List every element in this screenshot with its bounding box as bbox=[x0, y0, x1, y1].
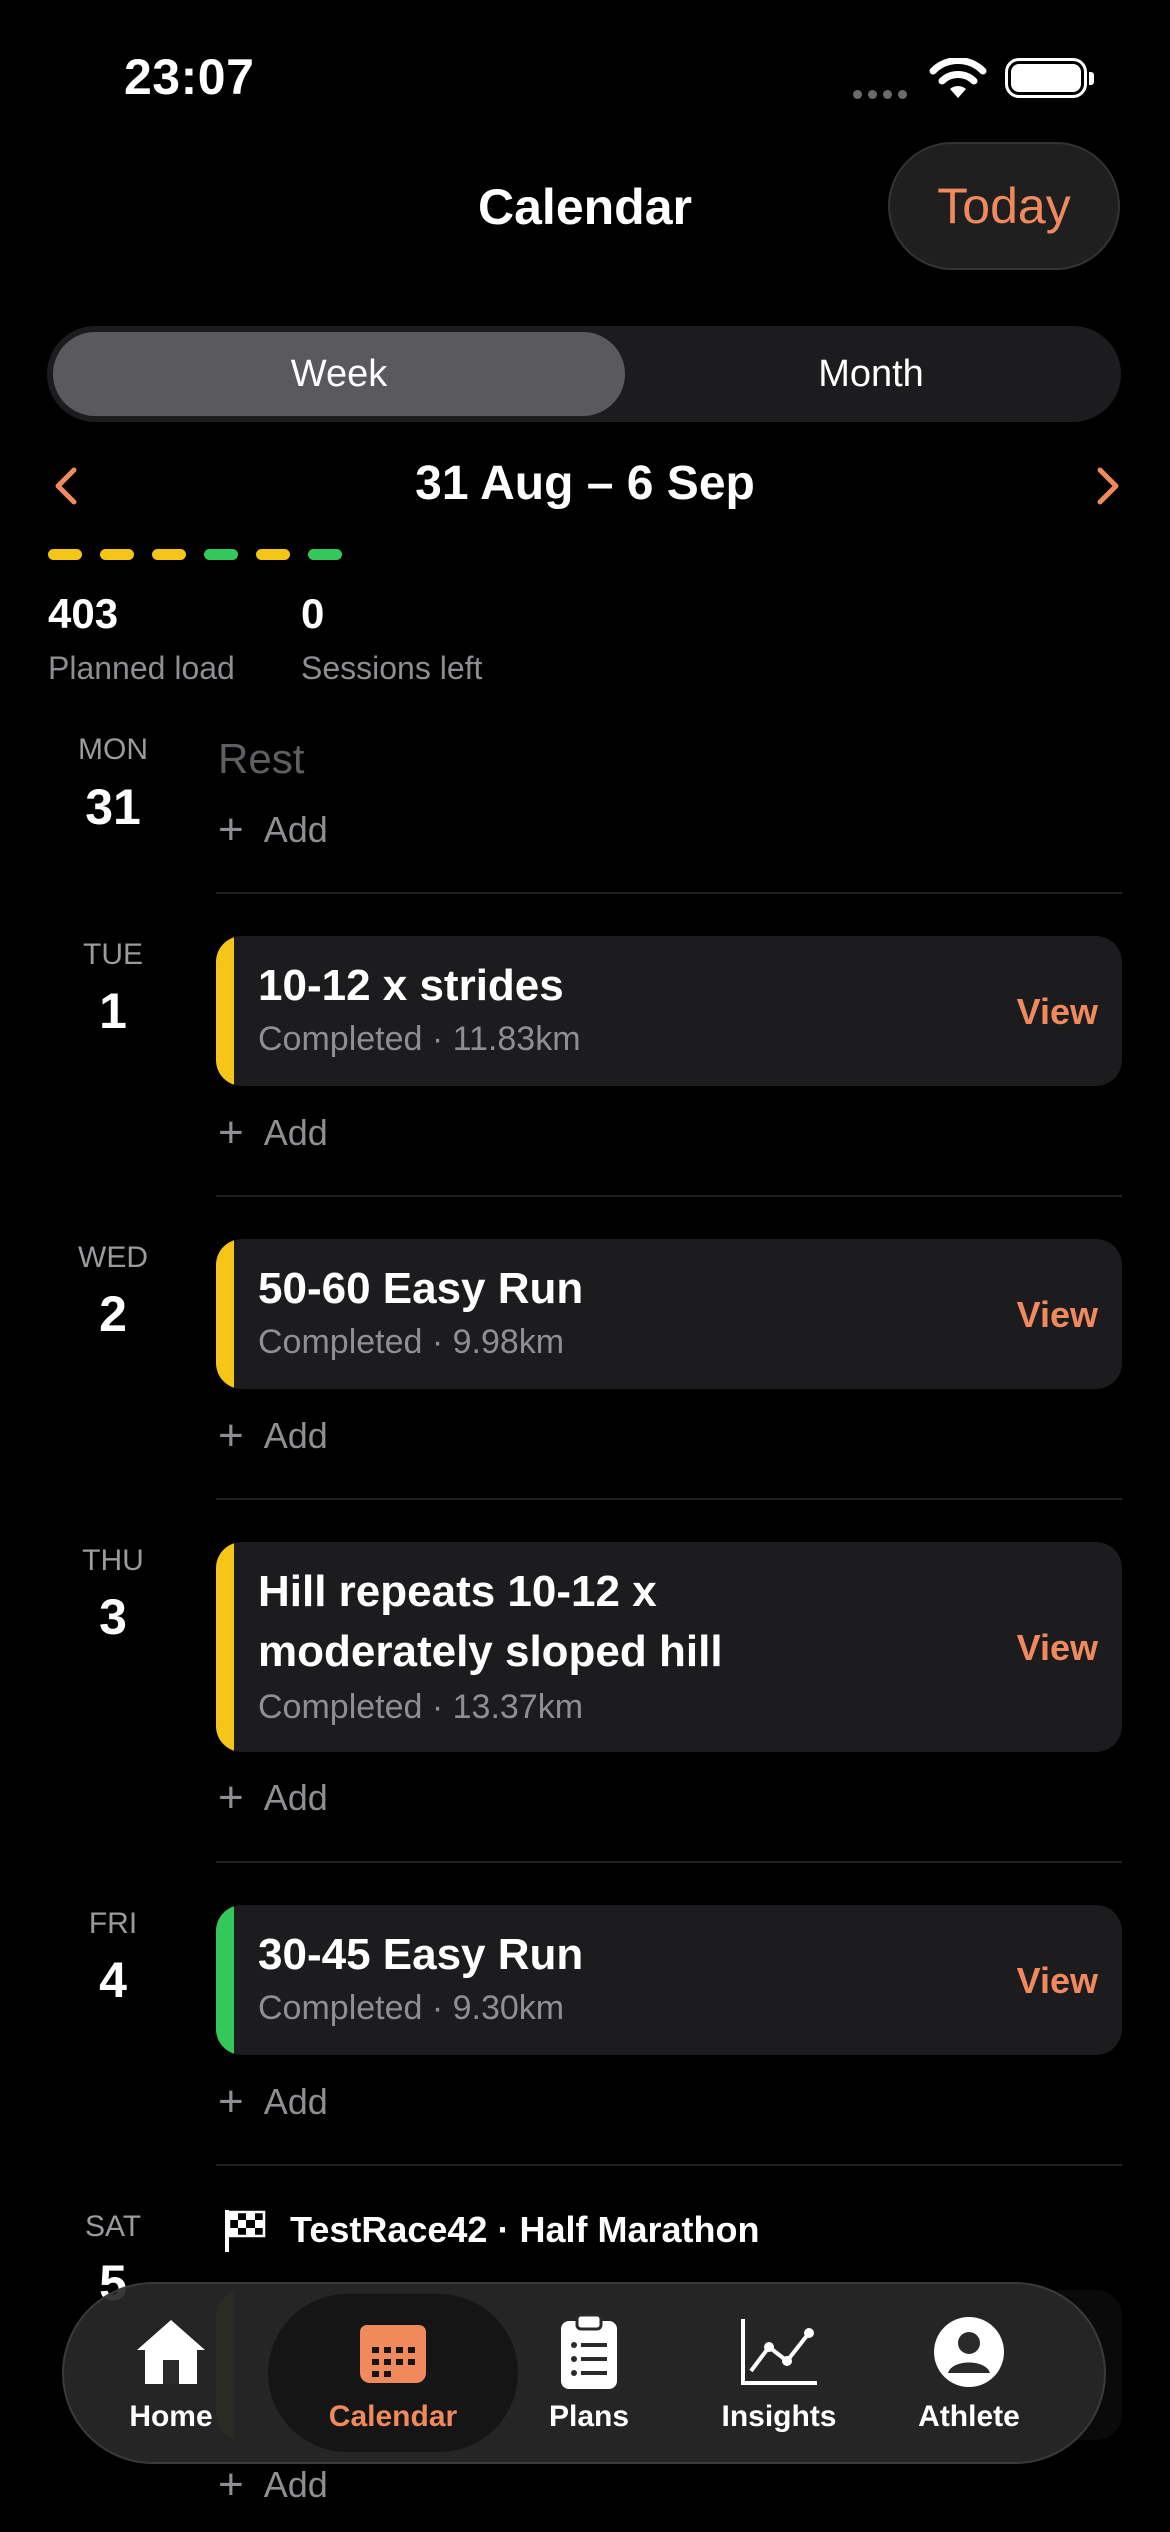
view-session-button[interactable]: View bbox=[1017, 1960, 1098, 2002]
load-dash bbox=[256, 549, 290, 560]
segment-week[interactable]: Week bbox=[53, 332, 625, 416]
session-color-stripe bbox=[216, 1905, 234, 2055]
plus-icon: + bbox=[218, 2460, 244, 2509]
day-number: 31 bbox=[85, 779, 141, 835]
session-title: 50-60 Easy Run bbox=[258, 1264, 584, 1313]
session-color-stripe bbox=[216, 1542, 234, 1752]
session-subtitle: Completed · 9.30km bbox=[258, 1989, 565, 2027]
tab-label: Calendar bbox=[328, 2400, 458, 2433]
session-card[interactable]: 50-60 Easy Run Completed · 9.98km View bbox=[216, 1239, 1122, 1389]
sessions-left-label: Sessions left bbox=[301, 650, 483, 686]
session-subtitle: Completed · 13.37km bbox=[258, 1688, 584, 1726]
week-range: 31 Aug – 6 Sep bbox=[415, 457, 755, 510]
view-session-button[interactable]: View bbox=[1017, 1294, 1098, 1336]
session-title: 10-12 x strides bbox=[258, 961, 564, 1010]
divider bbox=[216, 1195, 1122, 1197]
load-dash bbox=[152, 549, 186, 560]
view-session-button[interactable]: View bbox=[1017, 991, 1098, 1033]
rest-label: Rest bbox=[218, 735, 305, 782]
day-of-week: WED bbox=[78, 1241, 148, 1274]
tab-label: Insights bbox=[721, 2400, 837, 2433]
add-label: Add bbox=[263, 1415, 328, 1456]
planned-load-value: 403 bbox=[48, 590, 119, 637]
add-label: Add bbox=[263, 809, 328, 850]
checkered-flag-icon bbox=[225, 2210, 266, 2252]
wifi-icon bbox=[928, 57, 988, 107]
add-session-button[interactable]: + Add bbox=[218, 1773, 328, 1823]
add-label: Add bbox=[263, 2081, 328, 2122]
session-title: 30-45 Easy Run bbox=[258, 1930, 584, 1979]
clipboard-icon bbox=[561, 2313, 617, 2389]
status-time: 23:07 bbox=[124, 49, 255, 105]
day-of-week: SAT bbox=[84, 2210, 142, 2243]
divider bbox=[216, 1498, 1122, 1500]
person-icon bbox=[934, 2317, 1004, 2387]
add-label: Add bbox=[263, 1112, 328, 1153]
race-label: TestRace42 · Half Marathon bbox=[290, 2209, 760, 2250]
day-of-week: MON bbox=[78, 733, 148, 766]
calendar-icon bbox=[360, 2325, 426, 2383]
day-of-week: FRI bbox=[88, 1907, 138, 1940]
add-label: Add bbox=[263, 2464, 328, 2505]
load-dash bbox=[100, 549, 134, 560]
tab-bar: Home Calendar Plans Insights Athlete bbox=[62, 2282, 1106, 2464]
add-session-button[interactable]: + Add bbox=[218, 1411, 328, 1461]
day-number: 2 bbox=[99, 1286, 127, 1342]
plus-icon: + bbox=[218, 2077, 244, 2126]
tab-athlete[interactable]: Athlete bbox=[874, 2284, 1064, 2462]
plus-icon: + bbox=[218, 1411, 244, 1460]
view-session-button[interactable]: View bbox=[1017, 1627, 1098, 1669]
session-color-stripe bbox=[216, 936, 234, 1086]
race-row[interactable]: TestRace42 · Half Marathon bbox=[220, 2206, 759, 2254]
add-session-button[interactable]: + Add bbox=[218, 1108, 328, 1158]
day-number: 4 bbox=[99, 1952, 127, 2008]
tab-plans[interactable]: Plans bbox=[494, 2284, 684, 2462]
divider bbox=[216, 892, 1122, 894]
tab-label: Athlete bbox=[918, 2400, 1020, 2433]
tab-label: Home bbox=[129, 2400, 213, 2433]
add-label: Add bbox=[263, 1777, 328, 1818]
add-session-button[interactable]: + Add bbox=[218, 2077, 328, 2127]
day-of-week: TUE bbox=[83, 938, 143, 971]
sessions-left-value: 0 bbox=[301, 590, 325, 637]
session-card[interactable]: 10-12 x strides Completed · 11.83km View bbox=[216, 936, 1122, 1086]
plus-icon: + bbox=[218, 1108, 244, 1157]
add-session-button[interactable]: + Add bbox=[218, 2460, 328, 2510]
day-of-week: THU bbox=[82, 1544, 144, 1577]
tab-label: Plans bbox=[548, 2400, 630, 2433]
session-subtitle: Completed · 11.83km bbox=[258, 1020, 581, 1058]
next-week-button[interactable] bbox=[1086, 466, 1126, 506]
load-dash bbox=[48, 549, 82, 560]
load-dash bbox=[204, 549, 238, 560]
view-segmented-control: Week Month bbox=[47, 326, 1121, 422]
planned-load-label: Planned load bbox=[48, 650, 235, 686]
week-load-indicator bbox=[48, 547, 360, 565]
tab-insights[interactable]: Insights bbox=[684, 2284, 874, 2462]
plus-icon: + bbox=[218, 805, 244, 854]
plus-icon: + bbox=[218, 1773, 244, 1822]
divider bbox=[216, 1861, 1122, 1863]
divider bbox=[216, 2164, 1122, 2166]
session-card[interactable]: 30-45 Easy Run Completed · 9.30km View bbox=[216, 1905, 1122, 2055]
session-card[interactable]: Hill repeats 10-12 x moderately sloped h… bbox=[216, 1542, 1122, 1752]
battery-icon bbox=[1005, 58, 1094, 98]
segment-month[interactable]: Month bbox=[627, 332, 1115, 416]
tab-home[interactable]: Home bbox=[76, 2284, 266, 2462]
today-button[interactable]: Today bbox=[888, 142, 1120, 270]
chevron-right-icon bbox=[1097, 467, 1119, 505]
chart-icon bbox=[741, 2319, 817, 2385]
session-title: Hill repeats 10-12 x moderately sloped h… bbox=[258, 1567, 723, 1676]
load-dash bbox=[308, 549, 342, 560]
add-session-button[interactable]: + Add bbox=[218, 805, 328, 855]
home-icon bbox=[137, 2320, 205, 2384]
session-color-stripe bbox=[216, 1239, 234, 1389]
day-number: 3 bbox=[99, 1589, 127, 1645]
session-subtitle: Completed · 9.98km bbox=[258, 1323, 565, 1361]
signal-icon bbox=[853, 86, 913, 104]
tab-calendar[interactable]: Calendar bbox=[268, 2294, 518, 2452]
day-number: 1 bbox=[99, 983, 127, 1039]
